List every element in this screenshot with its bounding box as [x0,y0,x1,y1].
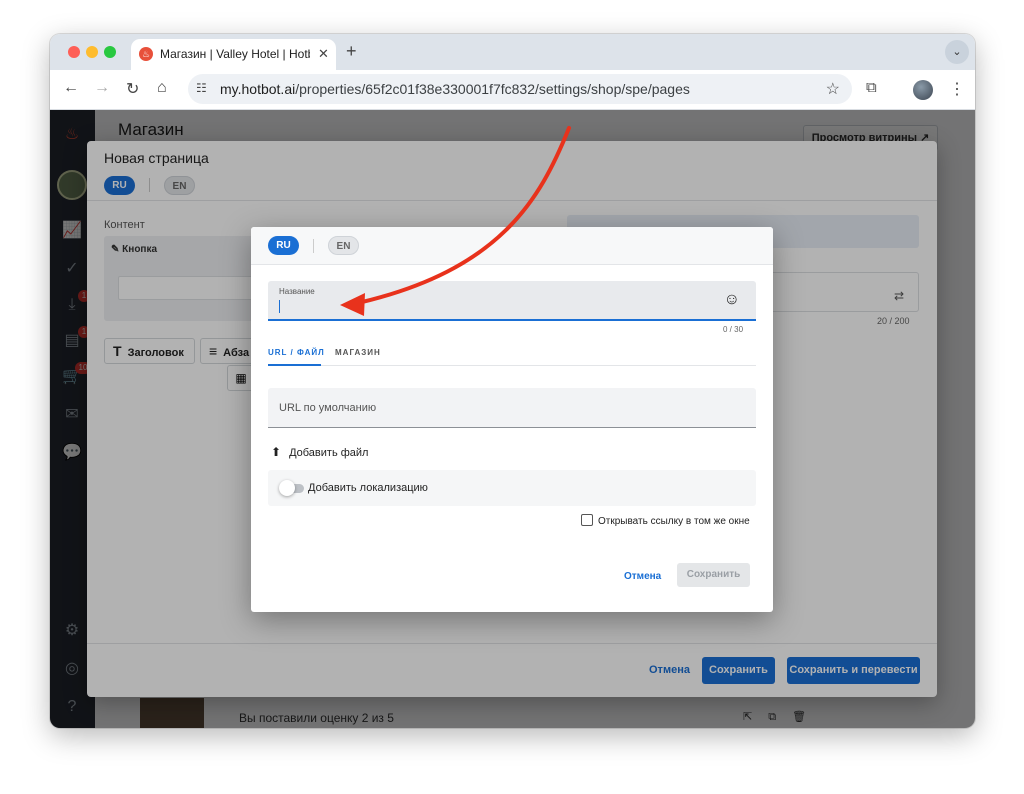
annotation-arrow [340,126,571,316]
